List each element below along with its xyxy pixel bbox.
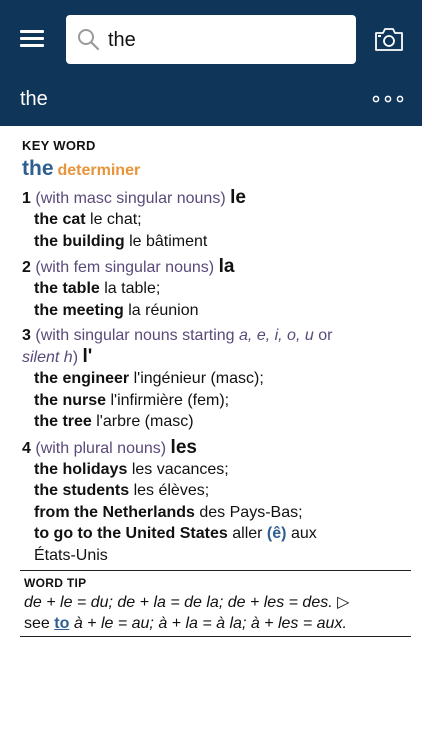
sense-2: 2 (with fem singular nouns) la: [22, 256, 414, 278]
see-to-link[interactable]: to: [54, 615, 69, 632]
entry-headword: the: [22, 157, 54, 180]
app-header: the: [0, 0, 422, 126]
example: the students les élèves;: [22, 480, 414, 502]
example-source: the holidays: [34, 460, 128, 478]
example-target: le bâtiment: [129, 232, 208, 250]
example: the holidays les vacances;: [22, 459, 414, 481]
sense-1: 1 (with masc singular nouns) le: [22, 187, 414, 209]
sense-number: 3: [22, 327, 31, 344]
example-source: from the Netherlands: [34, 503, 195, 521]
headword-title: the: [20, 88, 48, 110]
example-source: to go to the United States: [34, 525, 228, 542]
sense-gloss: (with masc singular nouns): [35, 190, 226, 207]
example: the tree l'arbre (masc): [22, 411, 414, 433]
accent-link[interactable]: (ê): [267, 525, 287, 542]
example-target: la réunion: [128, 301, 199, 319]
example-source: the engineer: [34, 370, 130, 387]
dictionary-entry: KEY WORD the determiner 1 (with masc sing…: [20, 138, 414, 637]
sense-translation: la: [218, 256, 235, 277]
more-options-icon[interactable]: [372, 93, 404, 105]
word-tip-label: WORD TIP: [24, 576, 87, 590]
example: the nurse l'infirmière (fem);: [22, 390, 414, 412]
entry-head: the determiner: [22, 157, 414, 183]
sense-4: 4 (with plural nouns) les: [22, 437, 414, 459]
example-source: the students: [34, 482, 130, 499]
example-source: the table: [34, 280, 100, 297]
example-target: la table;: [104, 280, 161, 297]
sense-number: 4: [22, 439, 31, 457]
example: the building le bâtiment: [22, 231, 414, 253]
example: the engineer l'ingénieur (masc);: [22, 368, 414, 390]
part-of-speech: determiner: [57, 162, 141, 179]
sense-translation: le: [230, 187, 246, 208]
sense-number: 2: [22, 259, 31, 276]
example-target: le chat;: [90, 211, 142, 228]
play-arrow-icon[interactable]: ▷: [337, 594, 349, 611]
example: the meeting la réunion: [22, 300, 414, 322]
sense-gloss: (with fem singular nouns): [35, 259, 215, 276]
menu-icon[interactable]: [20, 28, 46, 50]
search-box[interactable]: [66, 15, 356, 64]
example-source: the cat: [34, 211, 86, 228]
example-source: the tree: [34, 413, 92, 430]
example: to go to the United States aller (ê) aux…: [34, 525, 317, 564]
example: from the Netherlands des Pays-Bas;: [22, 502, 414, 524]
search-icon: [78, 29, 100, 51]
key-word-label: KEY WORD: [22, 138, 96, 153]
example: the cat le chat;: [22, 209, 414, 231]
example-target: les élèves;: [133, 482, 210, 499]
example-target: l'arbre (masc): [96, 413, 194, 430]
sense-gloss: (with singular nouns starting a, e, i, o…: [22, 327, 333, 366]
example-target: des Pays-Bas;: [199, 503, 303, 521]
example: the table la table;: [22, 278, 414, 300]
sense-gloss: (with plural nouns): [35, 439, 167, 457]
camera-icon[interactable]: [374, 26, 404, 52]
example-target: aller: [232, 525, 263, 542]
sense-number: 1: [22, 190, 31, 207]
example-target: l'ingénieur (masc);: [133, 370, 264, 387]
example-source: the nurse: [34, 391, 107, 409]
sense-3: 3 (with singular nouns starting a, e, i,…: [22, 325, 414, 368]
word-tip: WORD TIP de + le = du; de + la = de la; …: [20, 570, 411, 637]
search-input[interactable]: [108, 25, 346, 55]
example-target: les vacances;: [131, 460, 229, 478]
sense-translation: l': [82, 346, 93, 367]
example-source: the meeting: [34, 301, 124, 319]
word-tip-text: de + le = du; de + la = de la; de + les …: [24, 594, 350, 632]
sense-translation: les: [170, 436, 197, 458]
example-target: l'infirmière (fem);: [110, 391, 230, 409]
example-source: the building: [34, 232, 125, 250]
